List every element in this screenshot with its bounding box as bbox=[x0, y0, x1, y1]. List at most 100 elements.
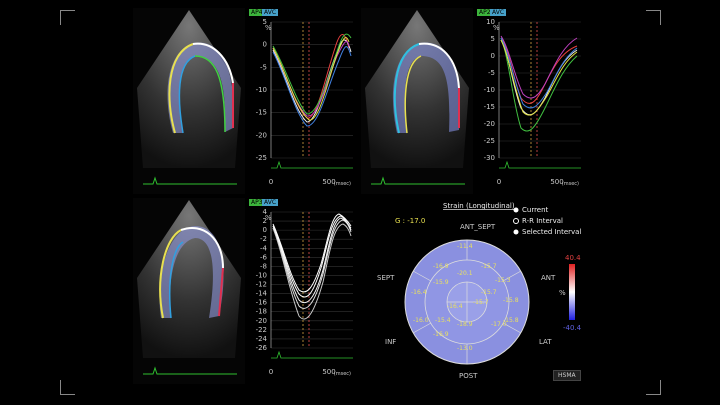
legend-rr-icon bbox=[513, 218, 519, 224]
y-tick-label: -30 bbox=[484, 154, 495, 162]
frame-corner-bl bbox=[60, 380, 75, 395]
vendor-logo: HSMA bbox=[553, 370, 581, 381]
legend-rr: R-R Interval bbox=[522, 217, 563, 225]
x-tick-label: 0 bbox=[269, 178, 273, 186]
segment-value: -16.4 bbox=[447, 303, 463, 310]
y-tick-label: -12 bbox=[256, 281, 267, 289]
legend-selected: Selected Interval bbox=[522, 228, 581, 236]
y-tick-label: -4 bbox=[260, 244, 268, 252]
y-unit: % bbox=[493, 24, 500, 32]
echo-image bbox=[137, 200, 241, 375]
segment-value: -15.4 bbox=[435, 317, 451, 324]
echo-view-bottom-left[interactable] bbox=[133, 198, 245, 384]
segment-value: -16.0 bbox=[413, 317, 429, 324]
scale-unit: % bbox=[559, 289, 566, 297]
ecg-trace bbox=[271, 160, 353, 169]
y-tick-label: -22 bbox=[256, 326, 267, 334]
ecg-trace bbox=[271, 350, 353, 359]
x-unit: (msec) bbox=[334, 181, 351, 187]
echo-image bbox=[137, 10, 241, 185]
bullseye-plot[interactable]: Strain (Longitudinal) G : -17.0 Current … bbox=[363, 198, 589, 384]
y-tick-label: -20 bbox=[484, 120, 495, 128]
frame-corner-tl bbox=[60, 10, 75, 25]
bullseye-title: Strain (Longitudinal) bbox=[443, 202, 515, 210]
strain-curve bbox=[500, 37, 578, 132]
segment-value: -16.9 bbox=[433, 263, 449, 270]
strain-curve-plot: 1050-5-10-15-20-25-30%0 500(msec) bbox=[484, 18, 581, 187]
y-tick-label: -10 bbox=[484, 86, 495, 94]
legend-current-icon bbox=[513, 207, 519, 213]
segment-value: -11.4 bbox=[457, 243, 473, 250]
x-unit: (msec) bbox=[334, 371, 351, 377]
y-tick-label: -18 bbox=[256, 308, 267, 316]
strain-curve bbox=[500, 39, 578, 116]
segment-value: -15.7 bbox=[481, 263, 497, 270]
y-tick-label: -26 bbox=[256, 344, 268, 352]
y-tick-label: -8 bbox=[260, 262, 267, 270]
y-tick-label: -5 bbox=[488, 69, 495, 77]
legend-selected-icon bbox=[513, 229, 519, 235]
y-tick-label: -20 bbox=[256, 317, 267, 325]
strain-curve bbox=[272, 219, 352, 309]
avc-tag: AVC bbox=[262, 9, 279, 16]
y-tick-label: -6 bbox=[260, 253, 268, 261]
frame-corner-tr bbox=[646, 10, 661, 25]
segment-value: -15.3 bbox=[495, 277, 511, 284]
x-tick-label: 0 bbox=[497, 178, 501, 186]
y-tick-label: -24 bbox=[256, 335, 268, 343]
y-tick-label: -10 bbox=[256, 86, 267, 94]
strain-curve bbox=[272, 223, 352, 320]
y-tick-label: 0 bbox=[263, 41, 267, 49]
x-tick-label: 0 bbox=[269, 368, 273, 376]
strain-curve-plot: 50-5-10-15-20-25%0 500(msec) bbox=[256, 18, 353, 187]
strain-graph-bottom[interactable]: AP3 AVC 4 2 0 -2 -4 -6 -8 -10 -12 -14 -16 -18 -20 -22… bbox=[245, 198, 361, 384]
y-tick-label: 0 bbox=[263, 226, 267, 234]
strain-curve-plot: 420-2-4-6-8-10-12-14-16-18-20-22-24-26%0… bbox=[256, 208, 353, 377]
label-ant-sept: ANT_SEPT bbox=[460, 223, 496, 231]
y-unit: % bbox=[265, 24, 272, 32]
segment-value: -18.9 bbox=[457, 321, 473, 328]
y-tick-label: -15 bbox=[256, 109, 267, 117]
y-tick-label: -5 bbox=[260, 63, 267, 71]
y-tick-label: -20 bbox=[256, 131, 267, 139]
segment-value: -15.8 bbox=[503, 317, 519, 324]
y-tick-label: -14 bbox=[256, 290, 268, 298]
y-tick-label: -16 bbox=[256, 299, 268, 307]
label-lat: LAT bbox=[539, 338, 552, 346]
frame-corner-br bbox=[646, 380, 661, 395]
y-tick-label: 0 bbox=[491, 52, 495, 60]
avc-tag-3: AVC bbox=[262, 199, 279, 206]
y-tick-label: -10 bbox=[256, 271, 267, 279]
segment-value: -15.7 bbox=[481, 289, 497, 296]
global-strain: G : -17.0 bbox=[395, 217, 425, 225]
x-unit: (msec) bbox=[562, 181, 579, 187]
strain-graph-top-right[interactable]: AP2 AVC 10 5 0 -5 -10 -15 -20 -25 -30% 0 500 (msec) bbox=[473, 8, 589, 194]
segment-value: -15.7 bbox=[473, 299, 489, 306]
segment-value: -16.9 bbox=[433, 331, 449, 338]
y-tick-label: -25 bbox=[256, 154, 267, 162]
y-tick-label: -25 bbox=[484, 137, 495, 145]
y-tick-label: -2 bbox=[260, 235, 267, 243]
scale-min: -40.4 bbox=[563, 324, 582, 332]
echo-view-top-left[interactable] bbox=[133, 8, 245, 194]
bullseye-panel: Strain (Longitudinal) G : -17.0 Current … bbox=[363, 198, 589, 384]
segment-value: -20.1 bbox=[457, 270, 473, 277]
y-tick-label: -15 bbox=[484, 103, 495, 111]
label-inf: INF bbox=[385, 338, 396, 346]
segment-value: -13.0 bbox=[457, 345, 473, 352]
echo-image bbox=[365, 10, 469, 185]
ecg-trace bbox=[499, 160, 581, 169]
echo-analysis-screen: AP4 AVC 5 0 -5 -10 -15 -20 -25% 0 500 (msec) AP2 … bbox=[133, 8, 589, 384]
y-unit: % bbox=[265, 214, 272, 222]
avc-tag-2: AVC bbox=[490, 9, 507, 16]
label-sept: SEPT bbox=[377, 274, 395, 282]
legend-current: Current bbox=[522, 206, 549, 214]
y-tick-label: 5 bbox=[491, 35, 495, 43]
echo-view-top-right[interactable] bbox=[361, 8, 473, 194]
color-scale-bar bbox=[569, 264, 575, 320]
label-post: POST bbox=[459, 372, 478, 380]
segment-value: -16.4 bbox=[411, 289, 427, 296]
segment-value: -15.9 bbox=[433, 279, 449, 286]
segment-value: -15.8 bbox=[503, 297, 519, 304]
strain-graph-top-left[interactable]: AP4 AVC 5 0 -5 -10 -15 -20 -25% 0 500 (msec) bbox=[245, 8, 361, 194]
